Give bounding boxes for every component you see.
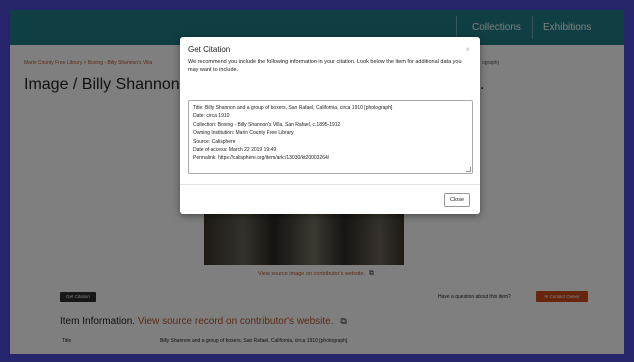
- citation-line: Date of access: March 22 2019 19:49: [193, 147, 277, 154]
- close-icon[interactable]: ×: [465, 45, 470, 54]
- citation-line: Date: circa 1910: [193, 113, 230, 120]
- citation-textarea[interactable]: Title: Billy Shannon and a group of boxe…: [188, 100, 473, 174]
- citation-line: Source: Calisphere: [193, 138, 236, 145]
- get-citation-modal: Get Citation × We recommend you include …: [180, 37, 480, 214]
- resize-handle[interactable]: [466, 167, 471, 172]
- modal-footer-divider: [180, 184, 480, 185]
- citation-line: Owning Institution: Marin County Free Li…: [193, 130, 294, 137]
- modal-description: We recommend you include the following i…: [188, 59, 462, 73]
- modal-title: Get Citation: [188, 45, 231, 54]
- browser-viewport: Collections Exhibitions Marin County Fre…: [10, 10, 624, 354]
- citation-line: Title: Billy Shannon and a group of boxe…: [193, 105, 393, 111]
- close-button[interactable]: Close: [444, 193, 470, 207]
- citation-line: Collection: Boxing - Billy Shannon's Vil…: [193, 121, 341, 128]
- citation-line: Permalink: https://calisphere.org/item/a…: [193, 155, 330, 162]
